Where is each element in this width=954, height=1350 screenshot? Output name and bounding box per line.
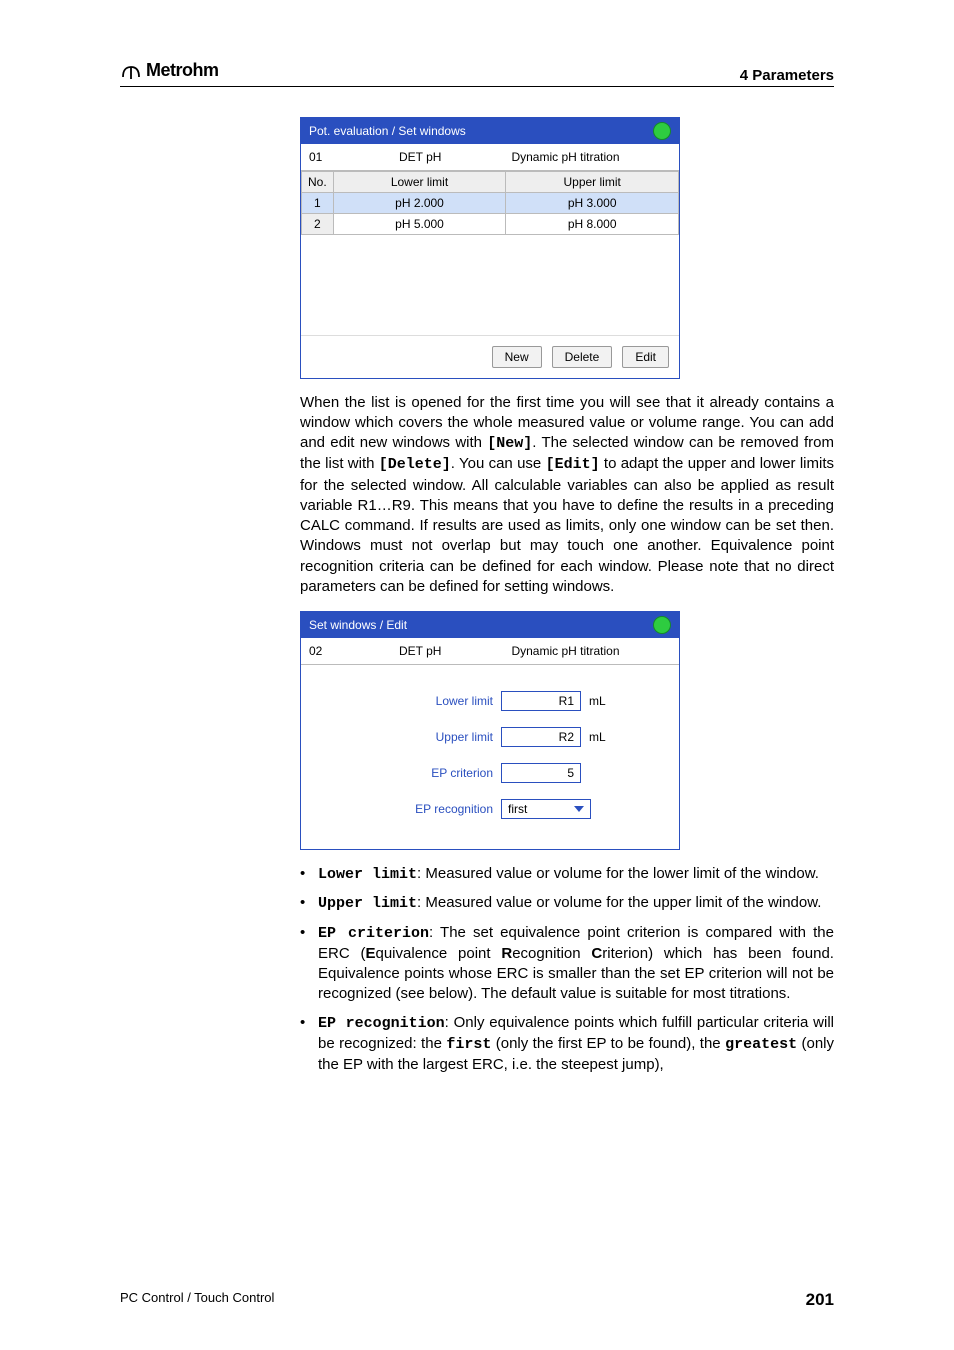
footer-left: PC Control / Touch Control — [120, 1290, 274, 1310]
section-title: 4 Parameters — [740, 67, 834, 84]
dialog-mode: DET pH — [399, 150, 441, 164]
table-row[interactable]: 2 pH 5.000 pH 8.000 — [302, 213, 679, 234]
cell-lower: pH 2.000 — [333, 192, 506, 213]
upper-limit-row: Upper limit R2 mL — [301, 719, 679, 755]
lower-limit-input[interactable]: R1 — [501, 691, 581, 711]
upper-limit-unit: mL — [589, 730, 606, 744]
page-footer: PC Control / Touch Control 201 — [120, 1290, 834, 1310]
set-windows-dialog: Pot. evaluation / Set windows 01 DET pH … — [300, 117, 680, 379]
edit-button[interactable]: Edit — [622, 346, 669, 368]
edit-window-dialog: Set windows / Edit 02 DET pH Dynamic pH … — [300, 611, 680, 850]
brand-name: Metrohm — [146, 60, 219, 81]
ep-criterion-input[interactable]: 5 — [501, 763, 581, 783]
dialog-desc: Dynamic pH titration — [511, 150, 619, 164]
brand-logo: Metrohm — [120, 60, 219, 81]
help-icon[interactable] — [653, 616, 671, 634]
upper-limit-label: Upper limit — [313, 730, 493, 744]
ep-recognition-dropdown[interactable]: first — [501, 799, 591, 819]
dialog-subheader: 01 DET pH Dynamic pH titration — [301, 144, 679, 171]
cell-lower: pH 5.000 — [333, 213, 506, 234]
ep-recognition-label: EP recognition — [313, 802, 493, 816]
ep-recognition-row: EP recognition first — [301, 791, 679, 827]
ep-criterion-label: EP criterion — [313, 766, 493, 780]
dialog-title-text: Pot. evaluation / Set windows — [309, 124, 466, 138]
page-header: Metrohm 4 Parameters — [120, 60, 834, 87]
lower-limit-unit: mL — [589, 694, 606, 708]
list-item: EP recognition: Only equivalence points … — [318, 1013, 834, 1076]
description-paragraph: When the list is opened for the first ti… — [300, 393, 834, 598]
list-item: EP criterion: The set equivalence point … — [318, 923, 834, 1005]
delete-literal: [Delete] — [379, 456, 451, 473]
ep-criterion-row: EP criterion 5 — [301, 755, 679, 791]
metrohm-icon — [120, 62, 142, 80]
ep-recognition-value: first — [508, 802, 527, 816]
page-number: 201 — [806, 1290, 834, 1310]
delete-button[interactable]: Delete — [552, 346, 613, 368]
dialog-button-row: New Delete Edit — [301, 335, 679, 378]
dialog-titlebar: Set windows / Edit — [301, 612, 679, 638]
list-item: Lower limit: Measured value or volume fo… — [318, 864, 834, 885]
chevron-down-icon — [574, 806, 584, 812]
cell-upper: pH 8.000 — [506, 213, 679, 234]
list-item: Upper limit: Measured value or volume fo… — [318, 893, 834, 914]
dialog-mode: DET pH — [399, 644, 441, 658]
col-no: No. — [302, 171, 334, 192]
col-lower: Lower limit — [333, 171, 506, 192]
table-row[interactable]: 1 pH 2.000 pH 3.000 — [302, 192, 679, 213]
dialog-index: 01 — [309, 150, 329, 164]
cell-no: 2 — [302, 213, 334, 234]
dialog-subheader: 02 DET pH Dynamic pH titration — [301, 638, 679, 665]
upper-limit-input[interactable]: R2 — [501, 727, 581, 747]
col-upper: Upper limit — [506, 171, 679, 192]
dialog-desc: Dynamic pH titration — [511, 644, 619, 658]
lower-limit-row: Lower limit R1 mL — [301, 683, 679, 719]
cell-no: 1 — [302, 192, 334, 213]
new-literal: [New] — [487, 435, 532, 452]
cell-upper: pH 3.000 — [506, 192, 679, 213]
new-button[interactable]: New — [492, 346, 542, 368]
dialog-titlebar: Pot. evaluation / Set windows — [301, 118, 679, 144]
edit-literal: [Edit] — [546, 456, 600, 473]
lower-limit-label: Lower limit — [313, 694, 493, 708]
windows-table: No. Lower limit Upper limit 1 pH 2.000 p… — [301, 171, 679, 235]
help-icon[interactable] — [653, 122, 671, 140]
dialog-title-text: Set windows / Edit — [309, 618, 407, 632]
definition-list: Lower limit: Measured value or volume fo… — [300, 864, 834, 1075]
dialog-index: 02 — [309, 644, 329, 658]
